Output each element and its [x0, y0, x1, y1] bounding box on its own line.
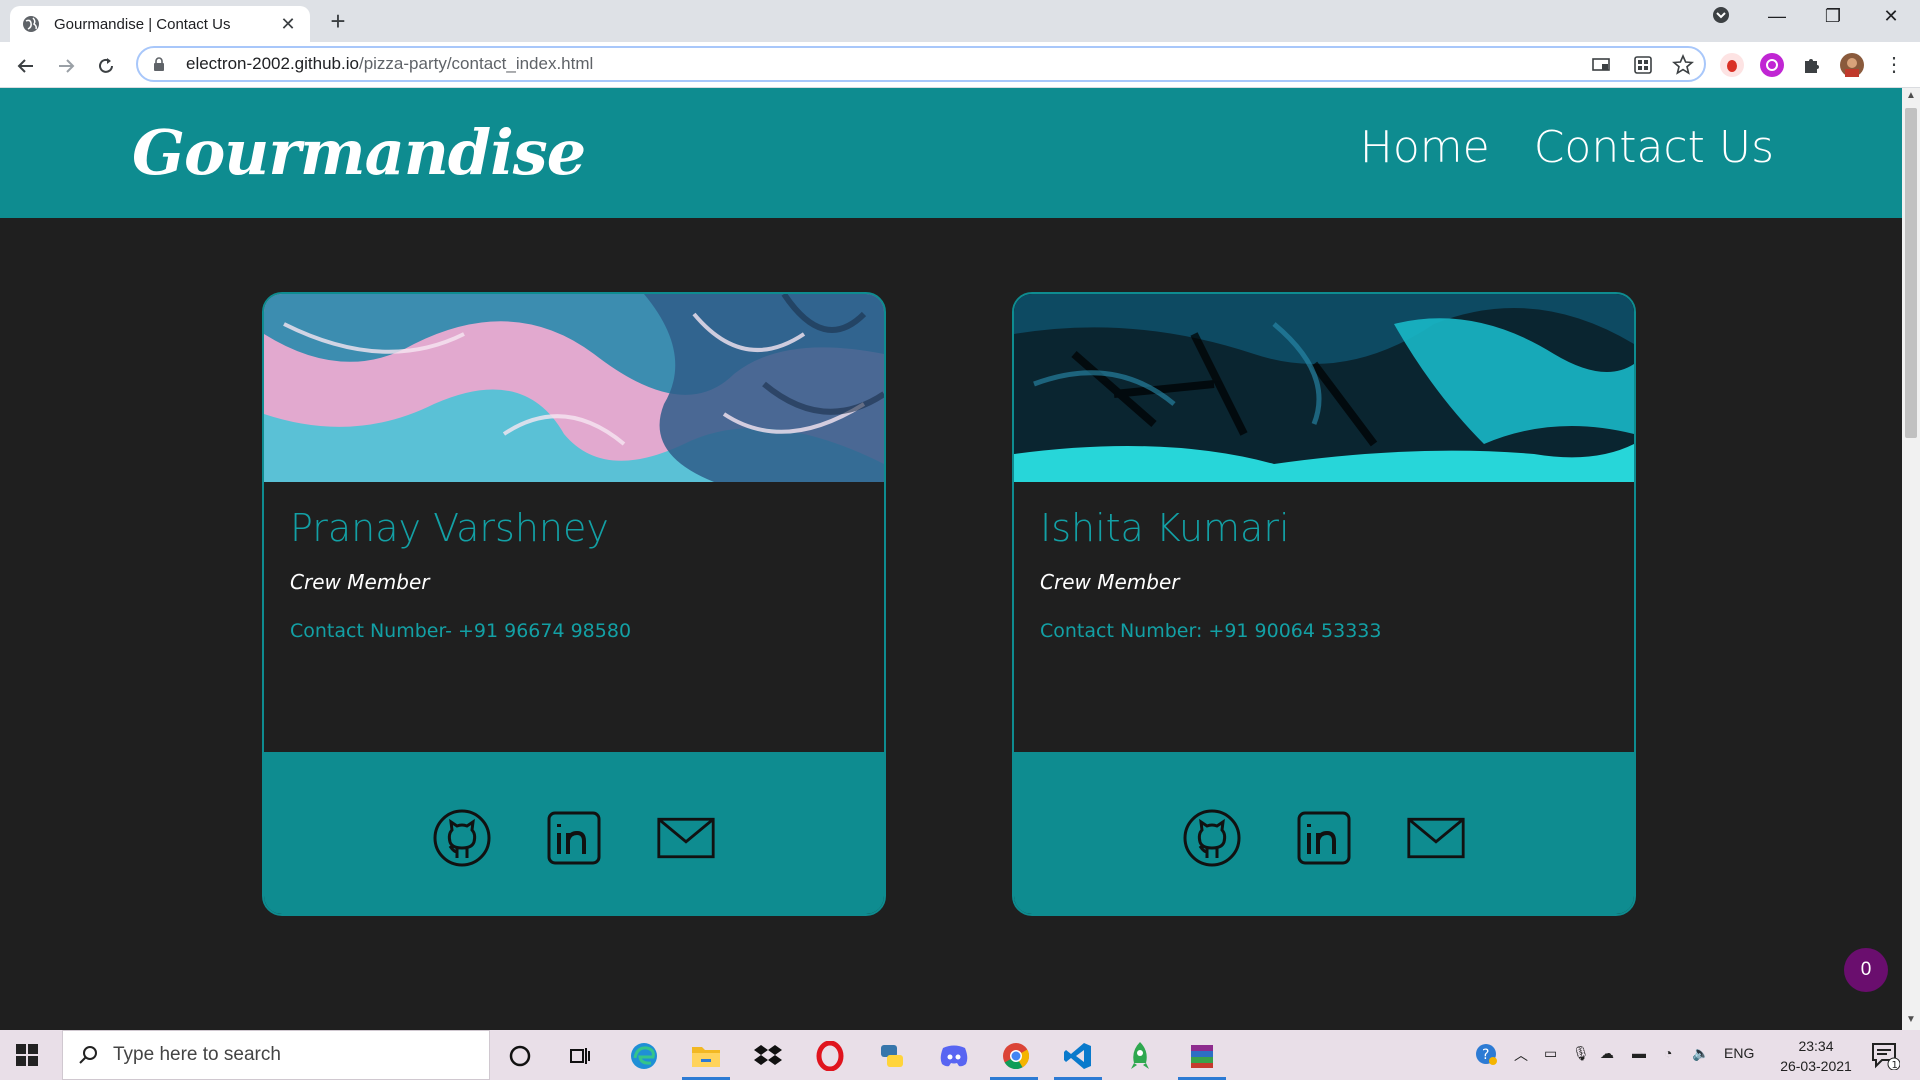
chevron-down-icon — [1713, 7, 1729, 23]
social-links — [264, 752, 884, 914]
cart-count-badge[interactable]: 0 — [1844, 948, 1888, 992]
search-icon — [79, 1046, 97, 1064]
page-viewport: Gourmandise Home Contact Us Pranay Varsh… — [0, 88, 1902, 1030]
url-text: electron-2002.github.io/pizza-party/cont… — [186, 54, 594, 73]
page-scrollbar[interactable]: ▲ ▼ — [1902, 88, 1920, 1030]
winrar-icon[interactable] — [1186, 1040, 1218, 1072]
python-icon[interactable] — [876, 1040, 908, 1072]
battery-icon[interactable]: ▬ — [1632, 1045, 1646, 1061]
linkedin-icon[interactable] — [1294, 808, 1354, 868]
browser-toolbar: electron-2002.github.io/pizza-party/cont… — [0, 42, 1920, 88]
back-button[interactable] — [12, 52, 40, 80]
social-links — [1014, 752, 1634, 914]
member-name: Ishita Kumari — [1040, 506, 1290, 550]
wifi-icon[interactable]: ◔ — [1664, 1045, 1672, 1061]
rocket-app-icon[interactable] — [1124, 1040, 1156, 1072]
browser-tab-bar: Gourmandise | Contact Us ✕ + — ❐ ✕ — [0, 0, 1920, 42]
tab-title: Gourmandise | Contact Us — [54, 15, 231, 33]
close-tab-icon[interactable]: ✕ — [278, 14, 298, 35]
svg-text:?: ? — [1482, 1047, 1489, 1063]
menu-dots-icon[interactable]: ⋮ — [1882, 53, 1906, 77]
scroll-down-icon[interactable]: ▼ — [1906, 1014, 1916, 1025]
taskbar-clock[interactable]: 23:34 26-03-2021 — [1768, 1036, 1864, 1076]
camera-icon[interactable]: ▭ — [1544, 1045, 1557, 1062]
forward-button[interactable] — [52, 52, 80, 80]
browser-tab[interactable]: Gourmandise | Contact Us ✕ — [10, 6, 310, 42]
windows-start-icon[interactable] — [16, 1044, 38, 1066]
windows-taskbar: Type here to search ? ︿ ▭ 🎙 ☁ ▬ ◔ 🔈 ENG … — [0, 1030, 1920, 1080]
opera-icon[interactable] — [814, 1040, 846, 1072]
help-icon[interactable]: ? — [1474, 1042, 1498, 1069]
mail-icon[interactable] — [656, 808, 716, 868]
tab-search-button[interactable] — [1706, 6, 1736, 29]
new-tab-button[interactable]: + — [324, 8, 352, 34]
svg-text:1: 1 — [1892, 1060, 1898, 1070]
nav-contact-link[interactable]: Contact Us — [1534, 122, 1774, 173]
cast-icon[interactable] — [1590, 54, 1612, 76]
cloud-icon[interactable]: ☁ — [1600, 1045, 1614, 1062]
search-placeholder: Type here to search — [113, 1044, 281, 1065]
scroll-up-icon[interactable]: ▲ — [1906, 90, 1916, 101]
brand-logo[interactable]: Gourmandise — [132, 116, 586, 189]
card-cover-image — [1014, 294, 1634, 482]
site-header: Gourmandise Home Contact Us — [0, 88, 1902, 218]
lock-icon — [154, 57, 164, 71]
task-view-icon[interactable] — [564, 1040, 596, 1072]
member-role: Crew Member — [1040, 570, 1180, 594]
github-icon[interactable] — [432, 808, 492, 868]
extension-purple-icon[interactable] — [1760, 53, 1784, 77]
clock-date: 26-03-2021 — [1780, 1058, 1852, 1074]
minimize-button[interactable]: — — [1762, 6, 1792, 27]
close-window-button[interactable]: ✕ — [1876, 6, 1906, 27]
contact-card: Ishita Kumari Crew Member Contact Number… — [1012, 292, 1636, 916]
reload-icon — [99, 58, 113, 73]
member-contact: Contact Number- +91 96674 98580 — [290, 620, 632, 642]
puzzle-icon[interactable] — [1800, 53, 1824, 77]
volume-icon[interactable]: 🔈 — [1692, 1045, 1709, 1062]
vscode-icon[interactable] — [1062, 1040, 1094, 1072]
reload-button[interactable] — [92, 52, 120, 80]
star-icon[interactable] — [1672, 54, 1694, 76]
avatar[interactable] — [1840, 53, 1864, 77]
chevron-up-icon[interactable]: ︿ — [1514, 1045, 1528, 1065]
contact-card: Pranay Varshney Crew Member Contact Numb… — [262, 292, 886, 916]
github-icon[interactable] — [1182, 808, 1242, 868]
clock-time: 23:34 — [1798, 1038, 1834, 1054]
microphone-icon[interactable]: 🎙 — [1572, 1045, 1590, 1062]
edge-browser-icon[interactable] — [628, 1040, 660, 1072]
linkedin-icon[interactable] — [544, 808, 604, 868]
nav-home-link[interactable]: Home — [1360, 122, 1490, 173]
address-bar[interactable]: electron-2002.github.io/pizza-party/cont… — [136, 46, 1706, 82]
taskbar-search-box[interactable]: Type here to search — [62, 1030, 490, 1080]
notifications-icon[interactable]: 1 — [1870, 1040, 1901, 1073]
arrow-left-icon — [17, 59, 33, 73]
member-role: Crew Member — [290, 570, 430, 594]
discord-icon[interactable] — [938, 1040, 970, 1072]
card-cover-image — [264, 294, 884, 482]
bug-extension-icon[interactable] — [1720, 53, 1744, 77]
file-explorer-icon[interactable] — [690, 1040, 722, 1072]
member-contact: Contact Number: +91 90064 53333 — [1040, 620, 1382, 642]
globe-icon — [23, 16, 39, 32]
member-name: Pranay Varshney — [290, 506, 609, 550]
mail-icon[interactable] — [1406, 808, 1466, 868]
site-nav: Home Contact Us — [1360, 122, 1774, 173]
cortana-icon[interactable] — [504, 1040, 536, 1072]
restore-button[interactable]: ❐ — [1818, 6, 1848, 27]
qr-code-icon[interactable] — [1632, 54, 1654, 76]
scrollbar-thumb[interactable] — [1905, 108, 1917, 438]
arrow-right-icon — [59, 59, 75, 73]
dropbox-icon[interactable] — [752, 1040, 784, 1072]
chrome-icon[interactable] — [1000, 1040, 1032, 1072]
language-indicator[interactable]: ENG — [1724, 1045, 1754, 1061]
